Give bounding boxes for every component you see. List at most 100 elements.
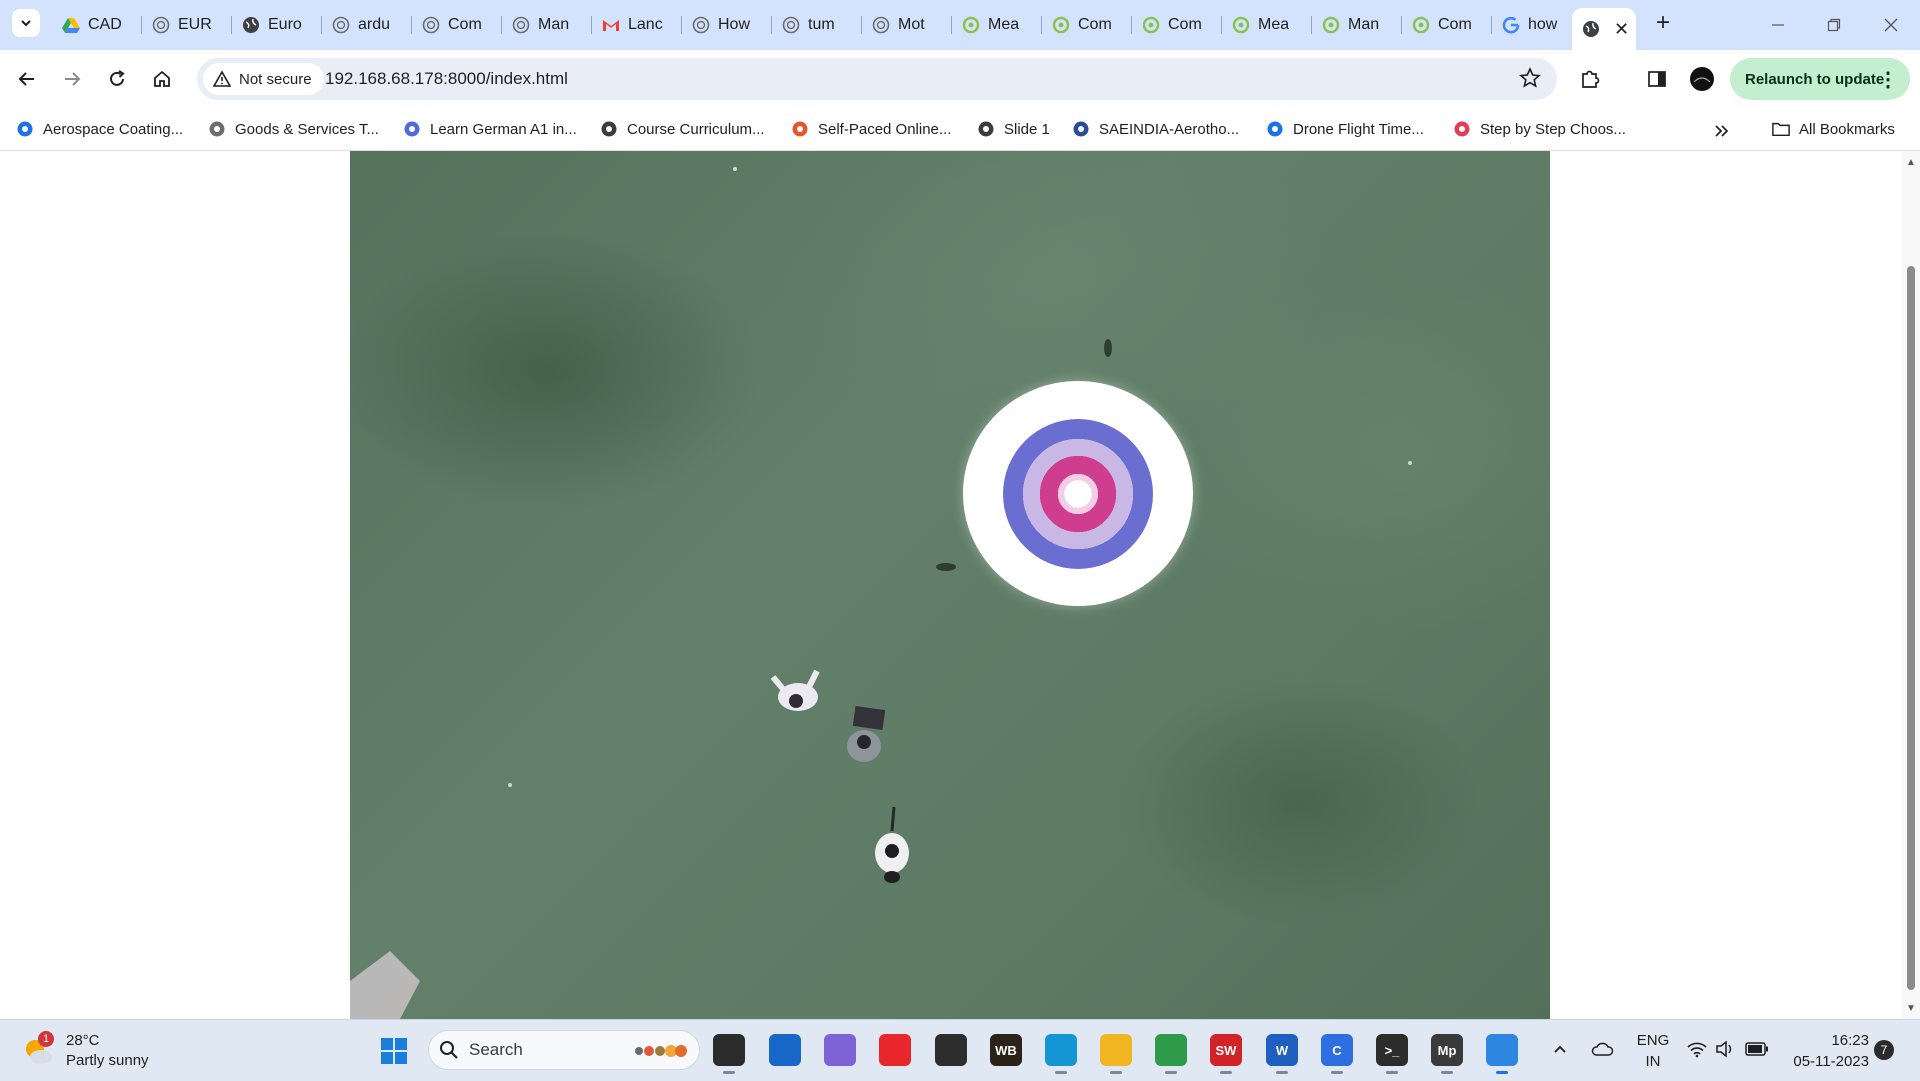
tab[interactable]: Lanc — [592, 8, 682, 42]
edge-icon[interactable] — [1045, 1034, 1077, 1074]
bookmark-item[interactable]: Step by Step Choos... — [1453, 117, 1626, 141]
window-close-button[interactable] — [1879, 14, 1903, 36]
more-vert-icon[interactable]: ⋮ — [1878, 67, 1898, 92]
search-icon — [440, 1041, 458, 1059]
bookmark-item[interactable]: Aerospace Coating... — [16, 117, 183, 141]
scroll-up-icon[interactable]: ▲ — [1906, 157, 1916, 168]
show-hidden-icons-button[interactable] — [1552, 1041, 1568, 1057]
home-button[interactable] — [147, 64, 177, 94]
tab[interactable]: Man — [502, 8, 592, 42]
running-indicator — [1055, 1071, 1067, 1074]
clock[interactable]: 16:23 05-11-2023 — [1785, 1030, 1869, 1072]
tab[interactable]: Mot — [862, 8, 952, 42]
tab[interactable]: Com — [1042, 8, 1132, 42]
extensions-button[interactable] — [1575, 64, 1605, 94]
bookmark-item[interactable]: Slide 1 — [977, 117, 1050, 141]
copilot-icon[interactable] — [824, 1034, 856, 1066]
notification-badge[interactable]: 7 — [1874, 1040, 1894, 1060]
tab[interactable]: ardu — [322, 8, 412, 42]
warning-icon — [213, 70, 231, 87]
language-code: ENG — [1636, 1032, 1670, 1049]
word-icon[interactable]: W — [1266, 1034, 1298, 1074]
tab[interactable]: Com — [1402, 8, 1492, 42]
tab[interactable]: Mea — [1222, 8, 1312, 42]
workbench-icon[interactable]: WB — [990, 1034, 1022, 1066]
globe-icon — [242, 16, 260, 34]
site-icon — [692, 16, 710, 34]
tab-title: How — [718, 16, 751, 33]
bookmark-label: Course Curriculum... — [627, 120, 765, 138]
tab[interactable]: how — [1492, 8, 1572, 42]
battery-button[interactable] — [1745, 1042, 1769, 1056]
start-button[interactable] — [380, 1037, 408, 1070]
bookmarks-overflow-button[interactable] — [1712, 119, 1730, 143]
red-diamond-app-icon[interactable] — [879, 1034, 911, 1066]
tab[interactable]: tum — [772, 8, 862, 42]
chrome-icon[interactable] — [1155, 1034, 1187, 1074]
task-view-icon[interactable] — [713, 1034, 745, 1074]
speaker-icon — [1716, 1040, 1732, 1058]
tab[interactable]: How — [682, 8, 772, 42]
back-button[interactable] — [12, 64, 42, 94]
wifi-icon — [1687, 1042, 1707, 1058]
bookmark-item[interactable]: Self-Paced Online... — [791, 117, 951, 141]
grass-debris — [350, 167, 1412, 1019]
scroll-down-icon[interactable]: ▼ — [1906, 1003, 1916, 1014]
all-bookmarks-button[interactable]: All Bookmarks — [1772, 117, 1895, 141]
url-text[interactable]: 192.168.68.178:8000/index.html — [325, 69, 568, 89]
onedrive-button[interactable] — [1590, 1039, 1614, 1059]
terminal-icon[interactable]: >_ — [1376, 1034, 1408, 1074]
google-icon — [1502, 16, 1520, 34]
bookmark-star-button[interactable] — [1519, 67, 1541, 94]
tab[interactable]: Euro — [232, 8, 322, 42]
snipping-tool-icon[interactable] — [1486, 1034, 1518, 1074]
bookmark-item[interactable]: Learn German A1 in... — [403, 117, 577, 141]
wifi-button[interactable] — [1686, 1040, 1708, 1058]
volume-button[interactable] — [1715, 1040, 1735, 1058]
forward-button[interactable] — [57, 64, 87, 94]
solidworks-icon[interactable]: SW — [1210, 1034, 1242, 1074]
tab-search-button[interactable] — [12, 9, 40, 37]
tab[interactable]: CAD — [52, 8, 142, 42]
c-app-icon[interactable]: C — [1321, 1034, 1353, 1074]
tab[interactable]: Com — [412, 8, 502, 42]
bookmark-favicon-icon — [16, 120, 34, 138]
reload-button[interactable] — [102, 64, 132, 94]
bookmark-favicon-icon — [208, 120, 226, 138]
tab-title: Man — [538, 16, 570, 33]
tab-close-icon[interactable]: ✕ — [1614, 19, 1629, 40]
file-explorer-icon[interactable] — [1100, 1034, 1132, 1074]
microsoft-store-icon[interactable] — [769, 1034, 801, 1066]
profile-button[interactable] — [1687, 64, 1717, 94]
tab-title: EUR — [178, 16, 212, 33]
bookmark-item[interactable]: Drone Flight Time... — [1266, 117, 1424, 141]
chevron-up-icon — [1554, 1045, 1566, 1053]
region-code: IN — [1645, 1053, 1661, 1070]
bookmark-item[interactable]: Course Curriculum... — [600, 117, 765, 141]
new-tab-button[interactable]: + — [1651, 11, 1675, 36]
obs-studio-icon[interactable] — [935, 1034, 967, 1066]
green-circle-icon — [1052, 16, 1070, 34]
security-chip[interactable]: Not secure — [203, 63, 324, 95]
tab-active[interactable]: ✕ — [1572, 8, 1636, 50]
running-indicator — [723, 1071, 735, 1074]
weather-widget[interactable]: 1 28°C Partly sunny — [22, 1030, 149, 1072]
bookmark-item[interactable]: Goods & Services T... — [208, 117, 379, 141]
green-circle-icon — [1412, 16, 1430, 34]
tab[interactable]: Com — [1132, 8, 1222, 42]
address-bar[interactable]: Not secure 192.168.68.178:8000/index.htm… — [197, 58, 1557, 100]
bookmark-item[interactable]: SAEINDIA-Aerotho... — [1072, 117, 1239, 141]
mission-planner-icon[interactable]: Mp — [1431, 1034, 1463, 1074]
minimize-button[interactable] — [1766, 14, 1790, 36]
tab[interactable]: Mea — [952, 8, 1042, 42]
scrollbar-thumb[interactable] — [1907, 266, 1915, 990]
relaunch-button[interactable]: Relaunch to update ⋮ — [1730, 58, 1910, 100]
vertical-scrollbar[interactable]: ▲ ▼ — [1902, 151, 1920, 1019]
taskbar-search-box[interactable]: Search — [428, 1030, 700, 1070]
tab[interactable]: EUR — [142, 8, 232, 42]
side-panel-button[interactable] — [1642, 64, 1672, 94]
restore-button[interactable] — [1822, 14, 1846, 36]
language-indicator[interactable]: ENG IN — [1630, 1030, 1676, 1072]
cloud-icon — [1591, 1042, 1614, 1056]
tab[interactable]: Man — [1312, 8, 1402, 42]
